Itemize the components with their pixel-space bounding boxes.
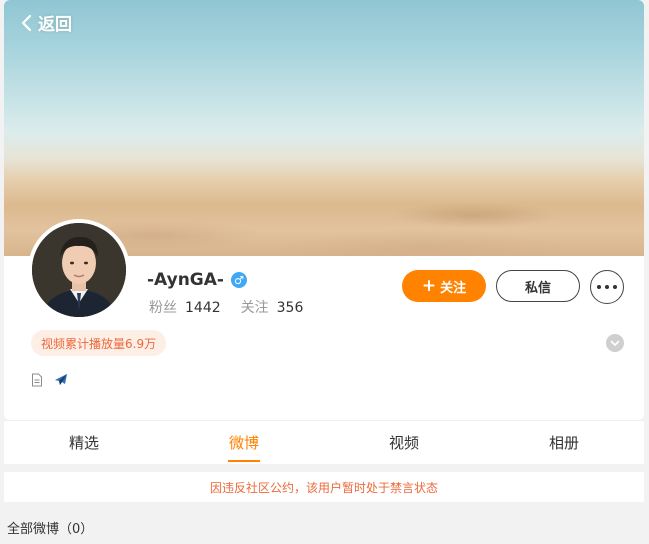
message-button[interactable]: 私信 <box>496 270 580 302</box>
following-count: 356 <box>276 300 304 316</box>
follow-label: 关注 <box>440 280 467 296</box>
back-button[interactable]: 返回 <box>20 10 72 35</box>
more-dot-icon <box>605 285 609 289</box>
tab-album[interactable]: 相册 <box>484 421 644 464</box>
profile-card: 返回 -AynGA- ♂ 粉丝 1442 关注 356 + 关注 私信 视频累计… <box>4 0 644 420</box>
more-button[interactable] <box>590 270 624 304</box>
more-dot-icon <box>613 285 617 289</box>
profile-tabs: 精选 微博 视频 相册 <box>4 420 644 464</box>
airplane-icon <box>55 374 67 385</box>
ban-notice: 因违反社区公约，该用户暂时处于禁言状态 <box>4 472 644 502</box>
profile-name[interactable]: -AynGA- <box>147 270 224 290</box>
expand-button[interactable] <box>606 334 624 352</box>
cover-image <box>4 0 644 256</box>
profile-stats: 粉丝 1442 关注 356 <box>149 297 303 317</box>
tab-weibo[interactable]: 微博 <box>164 421 324 464</box>
all-posts-count: 全部微博（0） <box>7 522 94 537</box>
back-label: 返回 <box>38 15 72 35</box>
followers-label: 粉丝 <box>149 300 177 316</box>
avatar-image <box>32 223 126 317</box>
more-dot-icon <box>597 285 601 289</box>
plus-icon: + <box>421 276 437 296</box>
view-count-tag: 视频累计播放量6.9万 <box>31 330 167 356</box>
following-label: 关注 <box>240 300 269 316</box>
tab-featured[interactable]: 精选 <box>4 421 164 464</box>
male-icon: ♂ <box>230 272 247 288</box>
tab-video[interactable]: 视频 <box>324 421 484 464</box>
followers-stat[interactable]: 粉丝 1442 <box>149 297 221 317</box>
follow-button[interactable]: + 关注 <box>402 270 486 302</box>
avatar[interactable] <box>28 219 130 321</box>
chevron-left-icon <box>21 14 32 31</box>
message-label: 私信 <box>524 280 551 296</box>
document-icon <box>32 373 42 387</box>
name-row: -AynGA- ♂ <box>147 270 247 290</box>
following-stat[interactable]: 关注 356 <box>241 297 304 317</box>
followers-count: 1442 <box>185 300 221 316</box>
chevron-down-icon <box>610 340 620 346</box>
profile-info-icons <box>31 372 79 388</box>
